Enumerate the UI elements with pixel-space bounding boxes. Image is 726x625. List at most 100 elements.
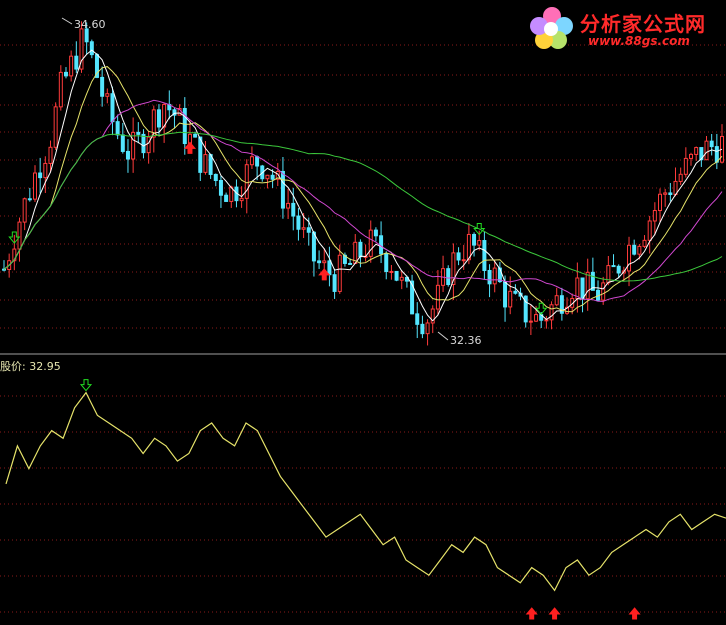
candle-body bbox=[291, 202, 296, 217]
candle-body bbox=[17, 221, 22, 250]
candle-body bbox=[48, 146, 53, 164]
candle-body bbox=[58, 71, 63, 108]
candle-body bbox=[249, 156, 254, 166]
candle-body bbox=[689, 153, 694, 159]
candle-body bbox=[306, 227, 311, 233]
indicator-name: 股价: bbox=[0, 360, 26, 373]
candle-body bbox=[63, 71, 68, 77]
buy-arrow-icon bbox=[548, 607, 561, 620]
candle-body bbox=[38, 172, 43, 179]
candle-body bbox=[694, 147, 699, 155]
candle-body bbox=[141, 133, 146, 154]
candle-body bbox=[668, 192, 673, 196]
candle-body bbox=[472, 233, 477, 246]
candle-body bbox=[311, 231, 316, 262]
candle-body bbox=[358, 241, 363, 258]
candle-body bbox=[534, 314, 539, 322]
low-price-label: 32.36 bbox=[450, 334, 482, 347]
site-logo[interactable]: 分析家公式网 www.88gs.com bbox=[528, 6, 718, 52]
candle-body bbox=[270, 174, 275, 180]
candle-body bbox=[280, 170, 285, 209]
candle-body bbox=[601, 282, 606, 301]
candle-body bbox=[575, 277, 580, 299]
candle-body bbox=[508, 290, 513, 308]
high-label-leader bbox=[61, 17, 73, 25]
candle-body bbox=[616, 265, 621, 274]
candle-body bbox=[373, 229, 378, 237]
candle-body bbox=[709, 140, 714, 148]
candle-body bbox=[332, 274, 337, 292]
grid bbox=[0, 44, 726, 613]
price-line bbox=[5, 391, 726, 592]
candle-body bbox=[136, 131, 141, 135]
candle-body bbox=[714, 146, 719, 163]
candle-body bbox=[22, 198, 27, 223]
candle-body bbox=[425, 322, 430, 335]
candle-body bbox=[503, 281, 508, 308]
candle-body bbox=[89, 41, 94, 56]
candle-body bbox=[74, 55, 79, 70]
candle-body bbox=[146, 136, 151, 154]
candle-body bbox=[585, 271, 590, 300]
candle-body bbox=[492, 267, 497, 285]
candle-body bbox=[632, 244, 637, 255]
candle-body bbox=[487, 269, 492, 285]
candle-body bbox=[53, 106, 58, 148]
sell-arrow-icon bbox=[79, 379, 93, 392]
candle-body bbox=[461, 259, 466, 262]
candle-body bbox=[115, 121, 120, 136]
candle-body bbox=[213, 173, 218, 181]
buy-arrow-icon bbox=[628, 607, 641, 620]
candle-body bbox=[394, 270, 399, 281]
candle-body bbox=[704, 140, 709, 161]
low-label-leader bbox=[437, 331, 449, 341]
candle-body bbox=[647, 220, 652, 241]
candle-body bbox=[549, 304, 554, 321]
candle-body bbox=[156, 109, 161, 128]
candle-body bbox=[637, 245, 642, 255]
moving-averages bbox=[3, 49, 723, 322]
indicator-value: 32.95 bbox=[29, 360, 61, 373]
candle-body bbox=[554, 295, 559, 306]
candle-body bbox=[415, 313, 420, 325]
candle-body bbox=[513, 290, 518, 294]
flower-icon bbox=[530, 7, 573, 49]
candle-body bbox=[658, 193, 663, 212]
candle-body bbox=[265, 174, 270, 180]
candle-body bbox=[208, 154, 213, 175]
candle-body bbox=[301, 227, 306, 230]
candle-body bbox=[683, 157, 688, 175]
candle-body bbox=[528, 320, 533, 323]
stock-chart[interactable]: 34.60 32.36 bbox=[0, 0, 726, 625]
candle-body bbox=[389, 270, 394, 273]
candle-body bbox=[611, 265, 616, 268]
candle-body bbox=[322, 260, 327, 264]
candle-body bbox=[100, 76, 105, 97]
candle-body bbox=[110, 93, 115, 123]
candle-body bbox=[239, 197, 244, 202]
candle-body bbox=[218, 179, 223, 196]
candle-body bbox=[120, 134, 125, 152]
candle-body bbox=[337, 254, 342, 292]
candle-body bbox=[482, 240, 487, 271]
candle-body bbox=[663, 192, 668, 195]
candle-body bbox=[446, 268, 451, 286]
signal-markers-bottom bbox=[79, 379, 641, 620]
candle-body bbox=[198, 136, 203, 173]
candle-body bbox=[224, 194, 229, 202]
candle-body bbox=[286, 202, 291, 209]
ma-long-line bbox=[3, 99, 723, 302]
candle-body bbox=[652, 210, 657, 222]
candle-body bbox=[69, 55, 74, 77]
high-price-label: 34.60 bbox=[74, 18, 106, 31]
candle-body bbox=[255, 156, 260, 167]
candle-body bbox=[399, 276, 404, 281]
ma-trend-line bbox=[3, 131, 723, 282]
candle-body bbox=[244, 164, 249, 199]
candle-body bbox=[43, 162, 48, 179]
candle-body bbox=[477, 240, 482, 246]
logo-title: 分析家公式网 bbox=[580, 12, 706, 36]
candle-body bbox=[580, 277, 585, 300]
candle-body bbox=[105, 93, 110, 97]
candle-body bbox=[203, 154, 208, 173]
